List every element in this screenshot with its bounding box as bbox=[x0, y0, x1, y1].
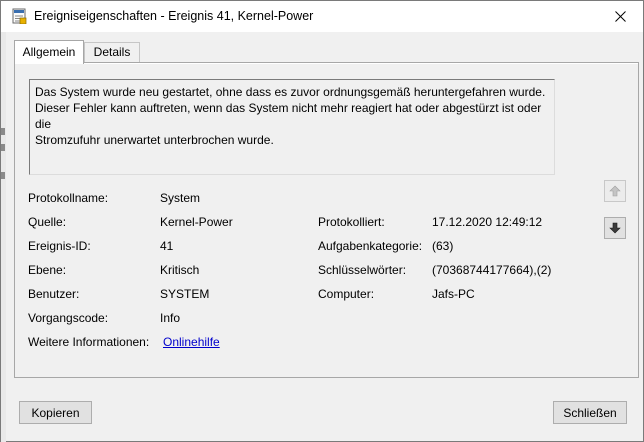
source-label: Quelle: bbox=[28, 215, 67, 229]
task-category-value[interactable]: (63) bbox=[432, 239, 453, 253]
title-bar[interactable]: Ereigniseigenschaften - Ereignis 41, Ker… bbox=[1, 1, 643, 32]
computer-label: Computer: bbox=[318, 287, 375, 301]
opcode-value[interactable]: Info bbox=[160, 311, 180, 325]
user-label: Benutzer: bbox=[28, 287, 80, 301]
close-icon bbox=[614, 11, 626, 22]
edge-mark bbox=[1, 172, 5, 179]
tab-allgemein[interactable]: Allgemein bbox=[14, 40, 84, 64]
keywords-label: Schlüsselwörter: bbox=[318, 263, 407, 277]
event-log-icon bbox=[12, 8, 27, 24]
general-tab-panel: Das System wurde neu gestartet, ohne das… bbox=[14, 62, 639, 378]
panel-highlight bbox=[15, 63, 638, 64]
background-window-edge bbox=[1, 32, 6, 442]
task-category-label: Aufgabenkategorie: bbox=[318, 239, 423, 253]
window-title: Ereigniseigenschaften - Ereignis 41, Ker… bbox=[34, 9, 314, 23]
log-name-value[interactable]: System bbox=[160, 191, 200, 205]
next-event-button[interactable] bbox=[604, 217, 626, 239]
edge-mark bbox=[1, 128, 5, 135]
close-button[interactable]: Schließen bbox=[553, 401, 627, 424]
more-info-label: Weitere Informationen: bbox=[28, 335, 150, 349]
event-id-value[interactable]: 41 bbox=[160, 239, 173, 253]
online-help-link[interactable]: Onlinehilfe bbox=[163, 335, 220, 349]
event-properties-window: Ereigniseigenschaften - Ereignis 41, Ker… bbox=[0, 0, 644, 442]
log-name-label: Protokollname: bbox=[28, 191, 109, 205]
close-window-button[interactable] bbox=[597, 1, 643, 32]
copy-button[interactable]: Kopieren bbox=[19, 401, 92, 424]
arrow-down-icon bbox=[609, 222, 621, 234]
arrow-up-icon bbox=[609, 185, 621, 197]
tab-details[interactable]: Details bbox=[84, 42, 140, 63]
source-value[interactable]: Kernel-Power bbox=[160, 215, 233, 229]
computer-value[interactable]: Jafs-PC bbox=[432, 287, 475, 301]
level-value[interactable]: Kritisch bbox=[160, 263, 199, 277]
level-label: Ebene: bbox=[28, 263, 67, 277]
edge-mark bbox=[1, 144, 5, 151]
event-description[interactable]: Das System wurde neu gestartet, ohne das… bbox=[29, 79, 555, 175]
previous-event-button[interactable] bbox=[604, 180, 626, 202]
user-value[interactable]: SYSTEM bbox=[160, 287, 209, 301]
logged-label: Protokolliert: bbox=[318, 215, 385, 229]
event-id-label: Ereignis-ID: bbox=[28, 239, 91, 253]
keywords-value[interactable]: (70368744177664),(2) bbox=[432, 263, 551, 277]
logged-value[interactable]: 17.12.2020 12:49:12 bbox=[432, 215, 542, 229]
opcode-label: Vorgangscode: bbox=[28, 311, 109, 325]
